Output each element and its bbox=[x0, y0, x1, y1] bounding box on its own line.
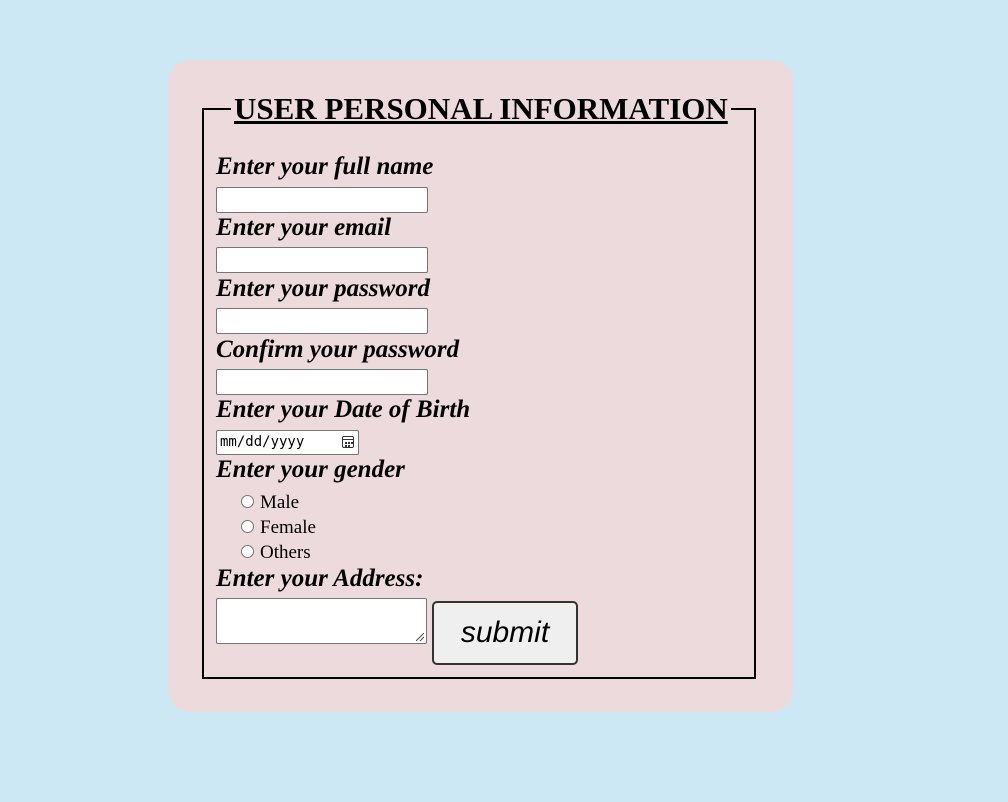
calendar-icon[interactable] bbox=[342, 436, 354, 448]
form-card: USER PERSONAL INFORMATION Enter your ful… bbox=[168, 60, 793, 712]
confirm-password-input[interactable] bbox=[216, 369, 428, 395]
resize-grip-icon[interactable] bbox=[416, 633, 424, 641]
radio-female[interactable] bbox=[241, 519, 254, 533]
email-label: Enter your email bbox=[216, 214, 392, 241]
gender-option-label: Others bbox=[260, 542, 311, 563]
gender-label: Enter your gender bbox=[216, 456, 405, 483]
dob-label: Enter your Date of Birth bbox=[216, 396, 471, 423]
full-name-label: Enter your full name bbox=[216, 153, 434, 180]
email-input[interactable] bbox=[216, 247, 428, 273]
password-label: Enter your password bbox=[216, 275, 430, 302]
full-name-input[interactable] bbox=[216, 187, 428, 213]
gender-option-male[interactable]: Male bbox=[241, 492, 299, 514]
radio-others[interactable] bbox=[241, 544, 254, 558]
personal-info-fieldset: USER PERSONAL INFORMATION Enter your ful… bbox=[202, 92, 756, 679]
address-textarea[interactable] bbox=[216, 598, 427, 644]
gender-option-label: Female bbox=[260, 517, 316, 538]
confirm-password-label: Confirm your password bbox=[216, 336, 460, 363]
gender-option-others[interactable]: Others bbox=[241, 542, 311, 564]
address-label: Enter your Address: bbox=[216, 565, 424, 592]
gender-option-label: Male bbox=[260, 492, 300, 513]
submit-button[interactable]: submit bbox=[432, 601, 578, 665]
dob-input[interactable]: mm/dd/yyyy bbox=[216, 430, 359, 455]
gender-option-female[interactable]: Female bbox=[241, 517, 316, 539]
dob-placeholder: mm/dd/yyyy bbox=[220, 434, 305, 450]
form-title: USER PERSONAL INFORMATION bbox=[231, 92, 731, 126]
radio-male[interactable] bbox=[241, 494, 254, 508]
password-input[interactable] bbox=[216, 308, 428, 334]
